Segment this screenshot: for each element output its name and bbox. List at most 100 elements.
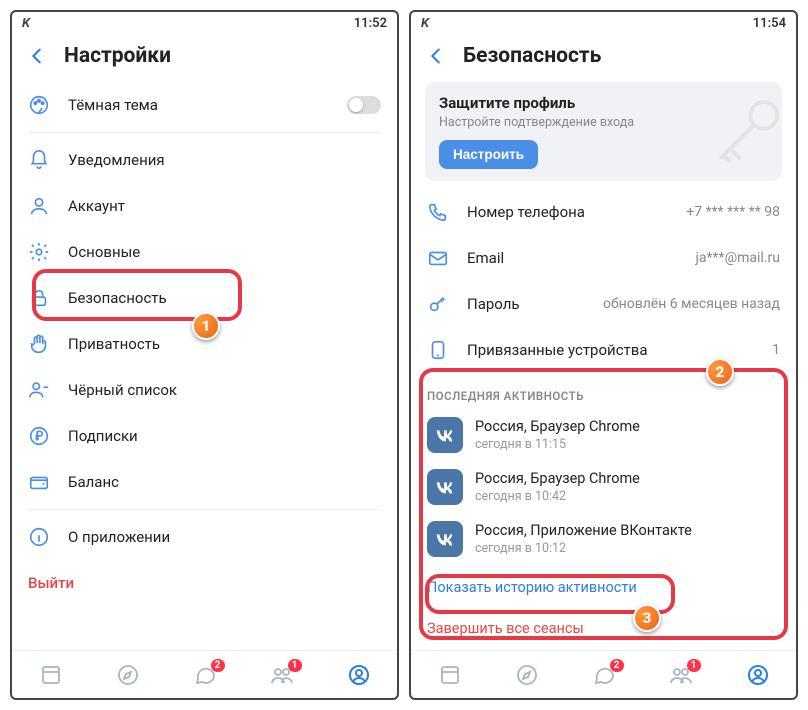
setting-account[interactable]: Аккаунт — [12, 183, 397, 229]
divider — [28, 132, 381, 133]
setting-privacy[interactable]: Приватность — [12, 321, 397, 367]
row-password[interactable]: Пароль обновлён 6 месяцев назад — [411, 281, 796, 327]
info-icon — [28, 526, 50, 548]
mail-icon — [427, 247, 449, 269]
gear-icon — [28, 241, 50, 263]
friends-badge: 1 — [288, 659, 302, 672]
vk-app-icon — [427, 469, 463, 505]
page-title: Настройки — [64, 44, 171, 68]
vk-app-icon — [427, 521, 463, 557]
status-bar: K 11:52 — [12, 12, 397, 34]
tab-news[interactable] — [438, 663, 462, 687]
promo-card: Защитите профиль Настройте подтверждение… — [425, 82, 782, 181]
tab-bar: 2 1 — [411, 650, 796, 698]
session-info: Россия, Браузер Chrome сегодня в 10:42 — [475, 470, 640, 504]
back-arrow-icon[interactable] — [425, 45, 447, 67]
status-app-letter: K — [22, 16, 30, 31]
setting-subscriptions[interactable]: Подписки — [12, 413, 397, 459]
row-devices[interactable]: Привязанные устройства 1 — [411, 327, 796, 373]
user-icon — [28, 195, 50, 217]
setting-theme[interactable]: Тёмная тема — [12, 82, 397, 128]
status-bar: K 11:54 — [411, 12, 796, 34]
setting-blacklist[interactable]: Чёрный список — [12, 367, 397, 413]
session-title: Россия, Браузер Chrome — [475, 418, 640, 435]
session-time: сегодня в 10:12 — [475, 541, 692, 556]
tab-messages[interactable]: 2 — [592, 663, 616, 687]
page-title: Безопасность — [463, 44, 601, 68]
row-label: Email — [467, 249, 678, 267]
setting-label: Тёмная тема — [68, 96, 329, 114]
phone-left: K 11:52 Настройки Тёмная тема Уведомлени… — [10, 10, 399, 700]
end-all-sessions-link[interactable]: Завершить все сеансы — [411, 610, 796, 650]
setting-label: О приложении — [68, 528, 381, 546]
setting-label: Аккаунт — [68, 197, 381, 215]
session-title: Россия, Браузер Chrome — [475, 470, 640, 487]
setting-label: Уведомления — [68, 151, 381, 169]
show-activity-history-link[interactable]: Показать историю активности — [411, 565, 796, 610]
key-icon — [702, 92, 782, 172]
back-arrow-icon[interactable] — [26, 45, 48, 67]
lock-icon — [28, 287, 50, 309]
tab-friends[interactable]: 1 — [669, 663, 693, 687]
tab-profile[interactable] — [746, 663, 770, 687]
activity-section-header: ПОСЛЕДНЯЯ АКТИВНОСТЬ — [411, 373, 796, 409]
row-email[interactable]: Email ja***@mail.ru — [411, 235, 796, 281]
wallet-icon — [28, 471, 50, 493]
row-value: обновлён 6 месяцев назад — [603, 296, 780, 312]
setting-notifications[interactable]: Уведомления — [12, 137, 397, 183]
logout-button[interactable]: Выйти — [12, 560, 397, 606]
users-minus-icon — [28, 379, 50, 401]
row-value: ja***@mail.ru — [696, 250, 780, 266]
setting-about[interactable]: О приложении — [12, 514, 397, 560]
session-info: Россия, Приложение ВКонтакте сегодня в 1… — [475, 522, 692, 556]
divider — [28, 509, 381, 510]
tab-discover[interactable] — [515, 663, 539, 687]
row-label: Привязанные устройства — [467, 341, 754, 359]
security-content: Защитите профиль Настройте подтверждение… — [411, 82, 796, 650]
setting-label: Баланс — [68, 473, 381, 491]
theme-toggle[interactable] — [347, 96, 381, 114]
ruble-icon — [28, 425, 50, 447]
row-phone[interactable]: Номер телефона +7 *** *** ** 98 — [411, 189, 796, 235]
vk-app-icon — [427, 417, 463, 453]
tab-discover[interactable] — [116, 663, 140, 687]
phone-icon — [427, 201, 449, 223]
header: Безопасность — [411, 34, 796, 82]
row-value: +7 *** *** ** 98 — [686, 204, 780, 220]
key-icon — [427, 293, 449, 315]
row-label: Номер телефона — [467, 203, 668, 221]
messages-badge: 2 — [211, 659, 225, 672]
hand-icon — [28, 333, 50, 355]
tab-bar: 2 1 — [12, 650, 397, 698]
bell-icon — [28, 149, 50, 171]
friends-badge: 1 — [687, 659, 701, 672]
header: Настройки — [12, 34, 397, 82]
row-label: Пароль — [467, 295, 585, 313]
messages-badge: 2 — [610, 659, 624, 672]
setting-label: Подписки — [68, 427, 381, 445]
promo-configure-button[interactable]: Настроить — [439, 140, 538, 169]
session-item[interactable]: Россия, Приложение ВКонтакте сегодня в 1… — [411, 513, 796, 565]
settings-list: Тёмная тема Уведомления Аккаунт Основные — [12, 82, 397, 650]
devices-icon — [427, 339, 449, 361]
session-item[interactable]: Россия, Браузер Chrome сегодня в 11:15 — [411, 409, 796, 461]
setting-general[interactable]: Основные — [12, 229, 397, 275]
setting-label: Безопасность — [68, 289, 381, 307]
status-time: 11:54 — [753, 16, 786, 31]
tab-messages[interactable]: 2 — [193, 663, 217, 687]
tab-profile[interactable] — [347, 663, 371, 687]
row-value: 1 — [772, 342, 780, 358]
status-time: 11:52 — [354, 16, 387, 31]
session-time: сегодня в 11:15 — [475, 437, 640, 452]
tab-news[interactable] — [39, 663, 63, 687]
session-title: Россия, Приложение ВКонтакте — [475, 522, 692, 539]
palette-icon — [28, 94, 50, 116]
tab-friends[interactable]: 1 — [270, 663, 294, 687]
phone-right: K 11:54 Безопасность Защитите профиль На… — [409, 10, 798, 700]
setting-label: Чёрный список — [68, 381, 381, 399]
setting-balance[interactable]: Баланс — [12, 459, 397, 505]
setting-security[interactable]: Безопасность — [12, 275, 397, 321]
session-info: Россия, Браузер Chrome сегодня в 11:15 — [475, 418, 640, 452]
session-time: сегодня в 10:42 — [475, 489, 640, 504]
session-item[interactable]: Россия, Браузер Chrome сегодня в 10:42 — [411, 461, 796, 513]
